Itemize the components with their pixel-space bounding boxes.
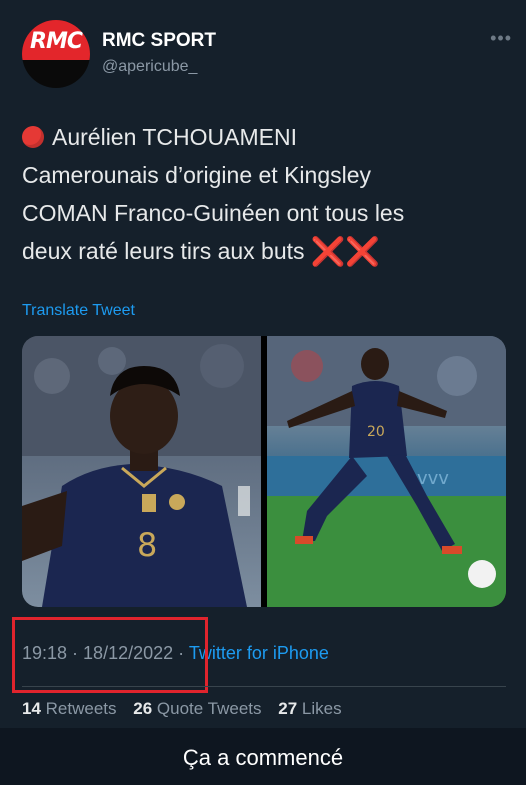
tweet-line: deux raté leurs tirs aux buts ❌❌ (22, 236, 381, 267)
account-name[interactable]: RMC SPORT (102, 30, 216, 52)
tweet-line: Aurélien TCHOUAMENI (22, 118, 512, 156)
tweet-media[interactable]: 8 vvv 20 (22, 336, 506, 607)
tweet-text: Aurélien TCHOUAMENI Camerounais d’origin… (22, 118, 512, 271)
photo-left[interactable]: 8 (22, 336, 261, 607)
tweet-line: COMAN Franco-Guinéen ont tous les (22, 200, 405, 226)
tweet-source-link[interactable]: Twitter for iPhone (189, 643, 329, 663)
rmc-logo: RMC (30, 29, 83, 54)
translate-tweet-link[interactable]: Translate Tweet (22, 302, 135, 320)
more-icon[interactable]: ••• (490, 28, 512, 49)
jersey-number-right: 20 (367, 424, 385, 440)
tweet-line: Camerounais d’origine et Kingsley (22, 162, 372, 188)
photo-right[interactable]: vvv 20 (267, 336, 506, 607)
divider (22, 686, 506, 687)
retweets-stat[interactable]: 14 Retweets (22, 699, 117, 718)
jersey-number-left: 8 (137, 526, 157, 564)
red-circle-icon (22, 126, 44, 148)
player-right-illustration: vvv 20 (267, 336, 506, 607)
avatar[interactable]: RMC (22, 20, 90, 88)
overlay-caption: Ça a commencé (182, 745, 344, 770)
double-cross-icon: ❌❌ (310, 236, 381, 267)
quote-tweets-stat[interactable]: 26 Quote Tweets (133, 699, 261, 718)
svg-text:vvv: vvv (417, 468, 449, 489)
highlight-box (12, 617, 208, 693)
tweet-stats: 14 Retweets 26 Quote Tweets 27 Likes (22, 699, 354, 719)
likes-stat[interactable]: 27 Likes (278, 699, 341, 718)
account-handle[interactable]: @apericube_ (102, 58, 197, 76)
tweet-header: RMC RMC SPORT @apericube_ ••• (22, 18, 512, 88)
player-left-illustration: 8 (22, 336, 261, 607)
